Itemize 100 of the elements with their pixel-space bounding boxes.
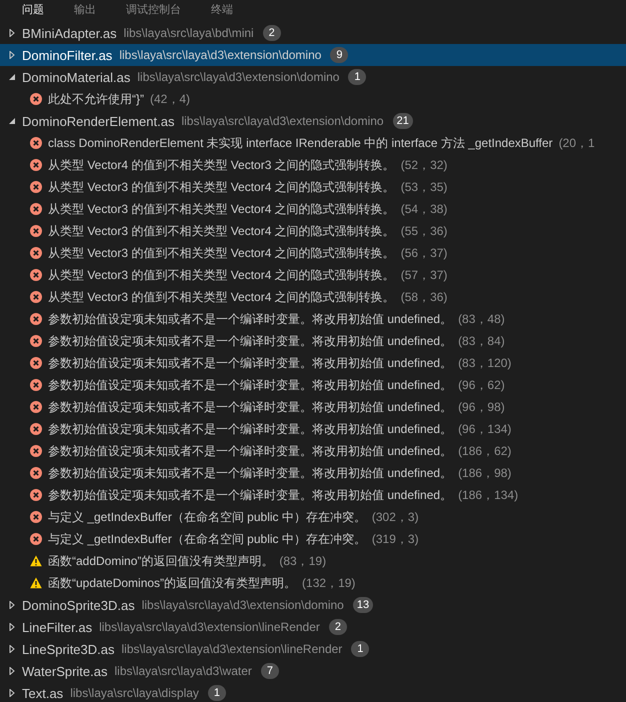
expanded-chevron-icon[interactable] <box>8 117 16 125</box>
file-row[interactable]: DominoSprite3D.as libs\laya\src\laya\d3\extension\domino 13 <box>0 594 626 616</box>
problem-row[interactable]: 从类型 Vector3 的值到不相关类型 Vector4 之间的隐式强制转换。 (57，37) <box>0 264 626 286</box>
problem-row[interactable]: 从类型 Vector3 的值到不相关类型 Vector4 之间的隐式强制转换。 (54，38) <box>0 198 626 220</box>
problem-position: (56，37) <box>400 244 448 262</box>
problem-message: 函数“addDomino”的返回值没有类型声明。 <box>48 552 274 570</box>
problem-message: 与定义 _getIndexBuffer（在命名空间 public 中）存在冲突。 <box>48 508 366 526</box>
file-row[interactable]: LineSprite3D.as libs\laya\src\laya\d3\extension\lineRender 1 <box>0 638 626 660</box>
panel-tab[interactable]: 问题 <box>22 0 44 20</box>
file-path: libs\laya\src\laya\d3\extension\domino <box>181 114 384 128</box>
problem-message: 函数“updateDominos”的返回值没有类型声明。 <box>48 574 296 592</box>
problem-row[interactable]: 参数初始值设定项未知或者不是一个编译时变量。将改用初始值 undefined。 (96，134) <box>0 418 626 440</box>
expanded-chevron-icon[interactable] <box>8 73 16 81</box>
problem-position: (83，48) <box>458 310 505 328</box>
problem-row[interactable]: 参数初始值设定项未知或者不是一个编译时变量。将改用初始值 undefined。 (186，134) <box>0 484 626 506</box>
error-icon <box>30 489 42 501</box>
error-icon <box>30 291 42 303</box>
file-name: BMiniAdapter.as <box>22 26 117 40</box>
problem-message: 从类型 Vector3 的值到不相关类型 Vector4 之间的隐式强制转换。 <box>48 200 395 218</box>
error-icon <box>30 247 42 259</box>
problem-count: 13 <box>352 597 374 613</box>
file-name: DominoRenderElement.as <box>22 114 174 128</box>
problem-message: 从类型 Vector3 的值到不相关类型 Vector4 之间的隐式强制转换。 <box>48 266 395 284</box>
problem-position: (83，19) <box>279 552 326 570</box>
error-icon <box>30 181 42 193</box>
problem-position: (42，4) <box>150 90 190 108</box>
problem-position: (58，36) <box>400 288 448 306</box>
problem-row[interactable]: 从类型 Vector4 的值到不相关类型 Vector3 之间的隐式强制转换。 (52，32) <box>0 154 626 176</box>
problem-position: (52，32) <box>400 156 448 174</box>
problem-message: 此处不允许使用“}” <box>48 90 144 108</box>
error-icon <box>30 137 42 149</box>
error-icon <box>30 379 42 391</box>
file-path: libs\laya\src\laya\d3\extension\domino <box>119 48 322 62</box>
collapsed-chevron-icon[interactable] <box>8 689 16 697</box>
problem-row[interactable]: 从类型 Vector3 的值到不相关类型 Vector4 之间的隐式强制转换。 (55，36) <box>0 220 626 242</box>
problem-message: class DominoRenderElement 未实现 interface IRenderable 中的 interface 方法 _getIndexBuffer <box>48 134 553 152</box>
warning-icon <box>30 577 42 589</box>
file-row[interactable]: BMiniAdapter.as libs\laya\src\laya\bd\mini 2 <box>0 22 626 44</box>
problem-position: (55，36) <box>400 222 448 240</box>
problem-row[interactable]: 参数初始值设定项未知或者不是一个编译时变量。将改用初始值 undefined。 (83，84) <box>0 330 626 352</box>
problem-position: (83，120) <box>458 354 512 372</box>
problem-row[interactable]: 从类型 Vector3 的值到不相关类型 Vector4 之间的隐式强制转换。 (58，36) <box>0 286 626 308</box>
file-row[interactable]: Text.as libs\laya\src\laya\display 1 <box>0 682 626 702</box>
problem-row[interactable]: 从类型 Vector3 的值到不相关类型 Vector4 之间的隐式强制转换。 (53，35) <box>0 176 626 198</box>
problem-row[interactable]: 从类型 Vector3 的值到不相关类型 Vector4 之间的隐式强制转换。 (56，37) <box>0 242 626 264</box>
file-name: DominoSprite3D.as <box>22 598 135 612</box>
problem-message: 从类型 Vector3 的值到不相关类型 Vector4 之间的隐式强制转换。 <box>48 244 395 262</box>
problem-message: 参数初始值设定项未知或者不是一个编译时变量。将改用初始值 undefined。 <box>48 310 452 328</box>
file-path: libs\laya\src\laya\d3\extension\domino <box>137 70 340 84</box>
problem-message: 参数初始值设定项未知或者不是一个编译时变量。将改用初始值 undefined。 <box>48 442 452 460</box>
problem-row[interactable]: 函数“updateDominos”的返回值没有类型声明。 (132，19) <box>0 572 626 594</box>
problem-row[interactable]: 参数初始值设定项未知或者不是一个编译时变量。将改用初始值 undefined。 (186，62) <box>0 440 626 462</box>
panel-tab[interactable]: 调试控制台 <box>126 0 181 20</box>
collapsed-chevron-icon[interactable] <box>8 601 16 609</box>
error-icon <box>30 159 42 171</box>
collapsed-chevron-icon[interactable] <box>8 645 16 653</box>
panel-tab[interactable]: 输出 <box>74 0 96 20</box>
file-name: LineSprite3D.as <box>22 642 114 656</box>
problem-message: 与定义 _getIndexBuffer（在命名空间 public 中）存在冲突。 <box>48 530 366 548</box>
problem-row[interactable]: class DominoRenderElement 未实现 interface IRenderable 中的 interface 方法 _getIndexBuffer (20，1 <box>0 132 626 154</box>
problem-position: (96，98) <box>458 398 505 416</box>
problem-count: 2 <box>262 25 281 41</box>
problem-row[interactable]: 与定义 _getIndexBuffer（在命名空间 public 中）存在冲突。 (302，3) <box>0 506 626 528</box>
problem-row[interactable]: 参数初始值设定项未知或者不是一个编译时变量。将改用初始值 undefined。 (96，98) <box>0 396 626 418</box>
problem-position: (132，19) <box>302 574 356 592</box>
file-row[interactable]: WaterSprite.as libs\laya\src\laya\d3\water 7 <box>0 660 626 682</box>
problem-message: 参数初始值设定项未知或者不是一个编译时变量。将改用初始值 undefined。 <box>48 354 452 372</box>
collapsed-chevron-icon[interactable] <box>8 29 16 37</box>
problem-position: (186，62) <box>458 442 512 460</box>
problem-row[interactable]: 参数初始值设定项未知或者不是一个编译时变量。将改用初始值 undefined。 (83，120) <box>0 352 626 374</box>
problem-position: (319，3) <box>372 530 419 548</box>
problem-row[interactable]: 此处不允许使用“}” (42，4) <box>0 88 626 110</box>
problem-row[interactable]: 参数初始值设定项未知或者不是一个编译时变量。将改用初始值 undefined。 (96，62) <box>0 374 626 396</box>
error-icon <box>30 203 42 215</box>
problem-row[interactable]: 与定义 _getIndexBuffer（在命名空间 public 中）存在冲突。 (319，3) <box>0 528 626 550</box>
problem-position: (83，84) <box>458 332 505 350</box>
problem-position: (96，62) <box>458 376 505 394</box>
problem-position: (186，98) <box>458 464 512 482</box>
error-icon <box>30 423 42 435</box>
file-row[interactable]: DominoFilter.as libs\laya\src\laya\d3\extension\domino 9 <box>0 44 626 66</box>
problem-message: 参数初始值设定项未知或者不是一个编译时变量。将改用初始值 undefined。 <box>48 398 452 416</box>
problem-row[interactable]: 参数初始值设定项未知或者不是一个编译时变量。将改用初始值 undefined。 (186，98) <box>0 462 626 484</box>
problem-count: 1 <box>351 641 370 657</box>
file-row[interactable]: DominoMaterial.as libs\laya\src\laya\d3\extension\domino 1 <box>0 66 626 88</box>
problem-message: 参数初始值设定项未知或者不是一个编译时变量。将改用初始值 undefined。 <box>48 332 452 350</box>
file-row[interactable]: LineFilter.as libs\laya\src\laya\d3\extension\lineRender 2 <box>0 616 626 638</box>
collapsed-chevron-icon[interactable] <box>8 623 16 631</box>
collapsed-chevron-icon[interactable] <box>8 667 16 675</box>
problem-message: 参数初始值设定项未知或者不是一个编译时变量。将改用初始值 undefined。 <box>48 464 452 482</box>
problem-count: 2 <box>328 619 347 635</box>
file-row[interactable]: DominoRenderElement.as libs\laya\src\laya\d3\extension\domino 21 <box>0 110 626 132</box>
problem-count: 9 <box>330 47 348 63</box>
file-path: libs\laya\src\laya\d3\water <box>114 664 252 678</box>
problem-message: 参数初始值设定项未知或者不是一个编译时变量。将改用初始值 undefined。 <box>48 376 452 394</box>
problem-row[interactable]: 函数“addDomino”的返回值没有类型声明。 (83，19) <box>0 550 626 572</box>
panel-tab[interactable]: 终端 <box>211 0 233 20</box>
problem-count: 1 <box>348 69 366 85</box>
collapsed-chevron-icon[interactable] <box>8 51 16 59</box>
file-name: WaterSprite.as <box>22 664 108 678</box>
problem-row[interactable]: 参数初始值设定项未知或者不是一个编译时变量。将改用初始值 undefined。 (83，48) <box>0 308 626 330</box>
